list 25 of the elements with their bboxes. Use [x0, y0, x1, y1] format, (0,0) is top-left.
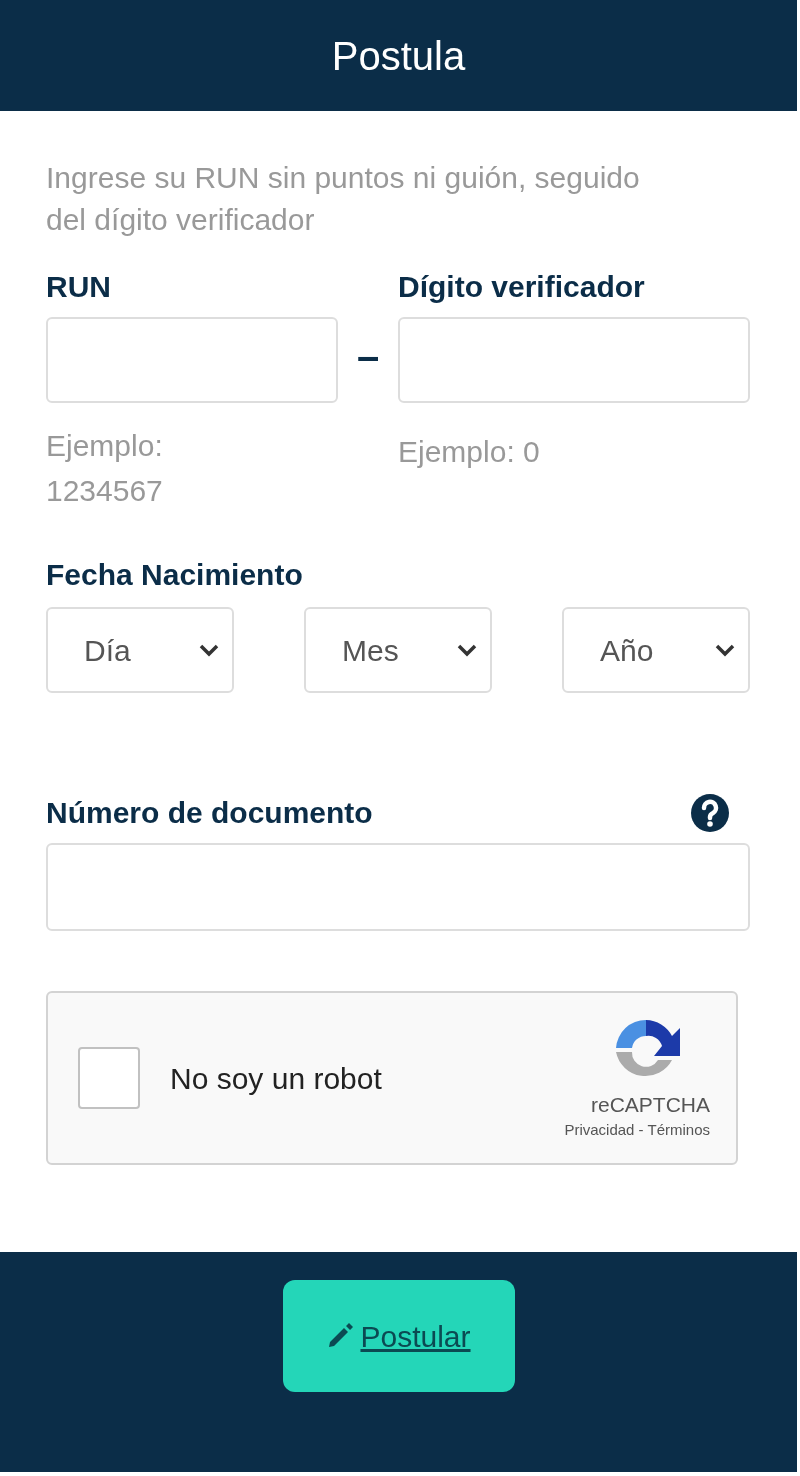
check-digit-field[interactable]	[398, 317, 750, 403]
separator-dash: –	[356, 333, 380, 380]
apply-button[interactable]: Postular	[282, 1280, 515, 1392]
date-select[interactable]: Año	[562, 607, 750, 693]
captcha-label: No soy un robot	[170, 1060, 383, 1097]
recaptcha-brand-text: reCAPTCHA	[590, 1092, 710, 1118]
captcha-links-text[interactable]: Privacidad - Términos	[564, 1118, 710, 1142]
document-number-label: Número de documento	[46, 795, 373, 831]
chevron-down-icon	[198, 643, 220, 657]
document-number-field[interactable]	[46, 843, 750, 931]
chevron-down-icon	[456, 643, 478, 657]
date-select[interactable]: Día	[46, 607, 234, 693]
page-title: Postula	[331, 35, 466, 76]
pencil-icon	[326, 1322, 355, 1350]
check-digit-example-text: Ejemplo: 0	[398, 434, 541, 470]
instructions-text: Ingrese su RUN sin puntos ni guión, seguido del dígito verificador	[46, 160, 641, 238]
run-example-text: Ejemplo: 1234567	[46, 428, 164, 509]
birth-date-label: Fecha Nacimiento	[46, 557, 304, 593]
help-icon[interactable]	[690, 793, 730, 833]
captcha-checkbox[interactable]	[78, 1047, 140, 1109]
run-field[interactable]	[46, 317, 338, 403]
run-label: RUN	[46, 269, 112, 305]
chevron-down-icon	[714, 643, 736, 657]
date-select[interactable]: Mes	[304, 607, 492, 693]
check-digit-label: Dígito verificador	[398, 269, 646, 305]
